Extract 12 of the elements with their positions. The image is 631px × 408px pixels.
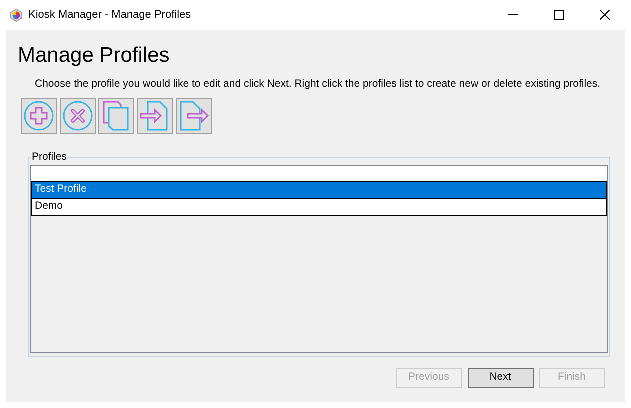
wizard-button[interactable]: Next xyxy=(468,368,534,388)
import-button[interactable] xyxy=(137,98,173,134)
app-icon xyxy=(10,8,23,22)
export-button[interactable] xyxy=(176,98,212,134)
profile-row[interactable]: Test Profile xyxy=(31,182,607,199)
copy-button[interactable] xyxy=(98,98,134,134)
page-heading: Manage Profiles xyxy=(18,44,171,68)
instruction-text: Choose the profile you would like to edit and click Next. Right click the profiles list to create new or delete existing profiles. xyxy=(34,77,602,92)
profile-row[interactable]: Demo xyxy=(31,198,607,216)
add-button[interactable] xyxy=(20,98,57,134)
delete-button[interactable] xyxy=(60,98,96,134)
window-title: Kiosk Manager - Manage Profiles xyxy=(28,8,192,23)
